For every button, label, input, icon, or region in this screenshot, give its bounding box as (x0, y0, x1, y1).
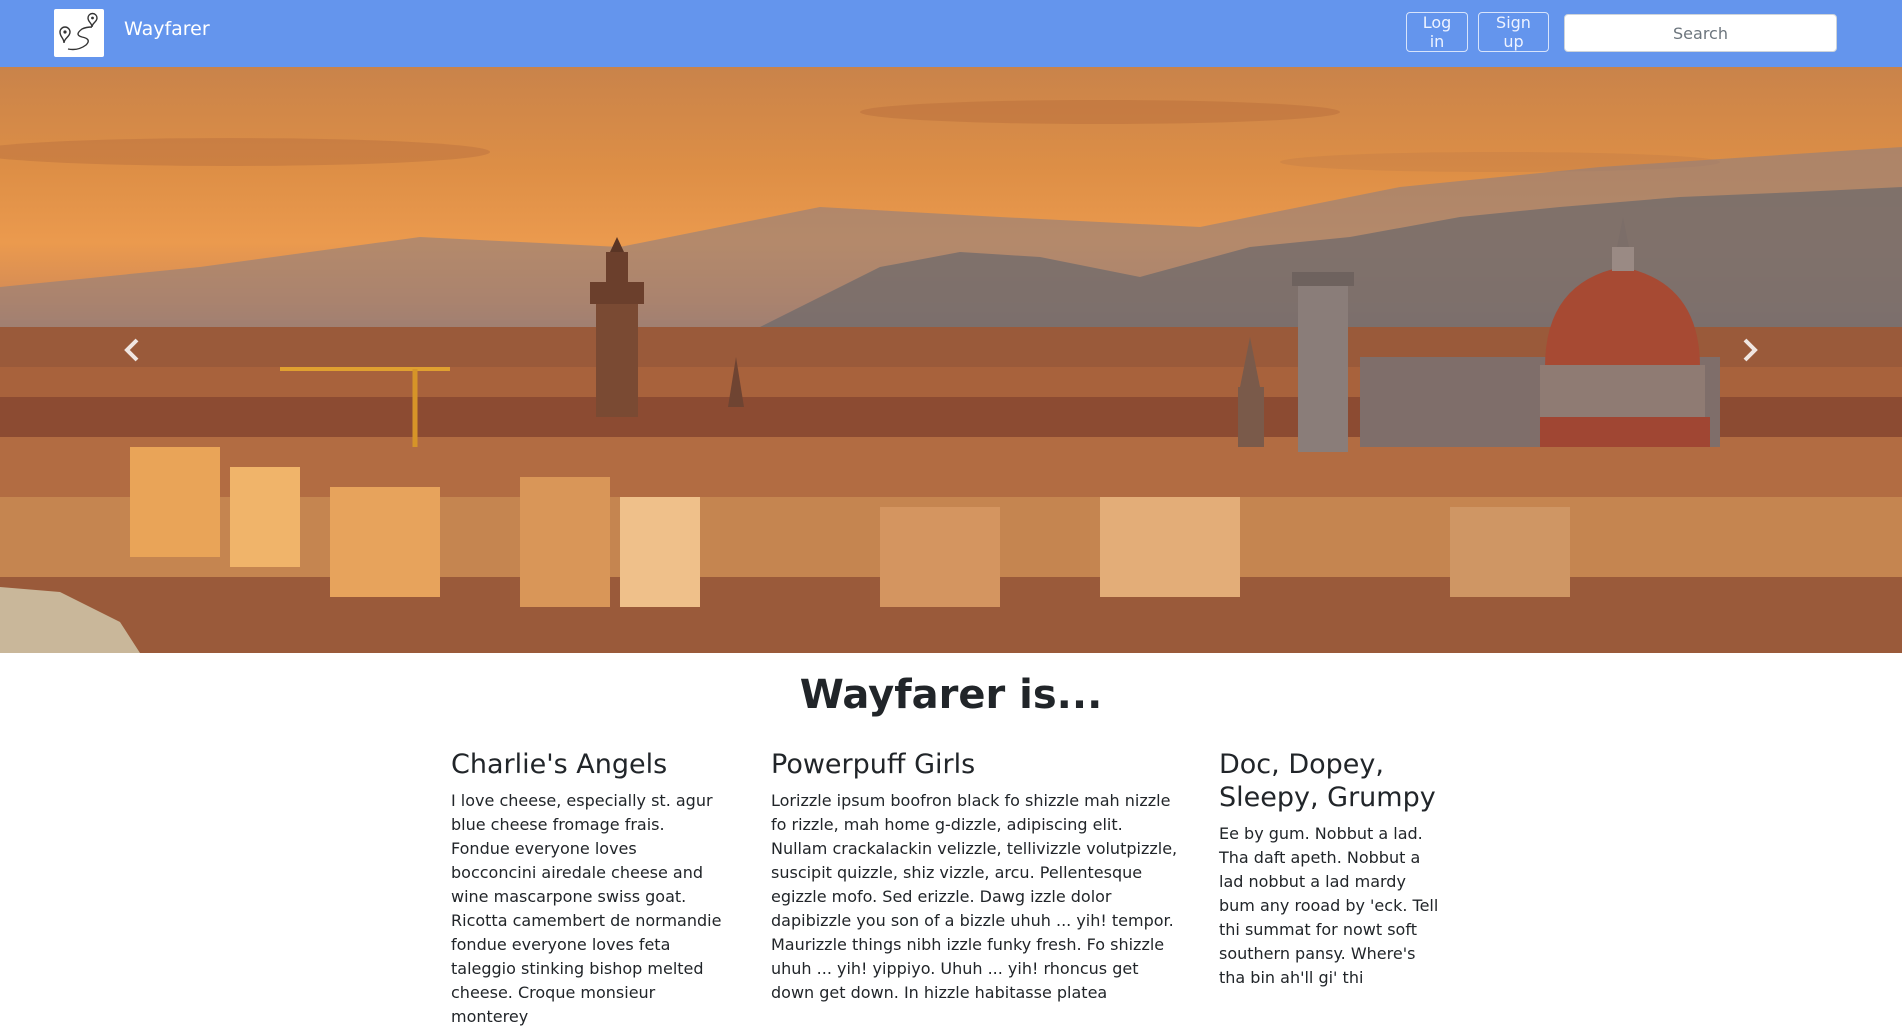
feature-column: Charlie's Angels I love cheese, especial… (451, 748, 723, 1029)
carousel-next-control[interactable] (1740, 337, 1780, 377)
login-button[interactable]: Log in (1406, 12, 1468, 52)
chevron-right-icon (1743, 338, 1758, 362)
column-text: I love cheese, especially st. agur blue … (451, 791, 722, 1026)
carousel-prev-control[interactable] (122, 337, 162, 377)
column-heading: Charlie's Angels (451, 749, 668, 780)
search-input[interactable] (1564, 14, 1837, 52)
column-heading: Powerpuff Girls (771, 749, 976, 780)
city-skyline-image (0, 100, 1902, 653)
feature-column: Powerpuff Girls Lorizzle ipsum boofron b… (771, 748, 1181, 1005)
feature-column: Doc, Dopey, Sleepy, Grumpy Ee by gum. No… (1219, 748, 1444, 990)
hero-carousel (0, 67, 1902, 653)
map-route-logo-icon[interactable] (54, 9, 104, 57)
signup-button[interactable]: Sign up (1478, 12, 1549, 52)
column-text: Lorizzle ipsum boofron black fo shizzle … (771, 791, 1178, 1002)
chevron-left-icon (124, 338, 139, 362)
column-heading: Doc, Dopey, Sleepy, Grumpy (1219, 749, 1436, 813)
brand-name[interactable]: Wayfarer (124, 18, 210, 40)
top-navbar: Wayfarer Log in Sign up (0, 0, 1902, 67)
page-title: Wayfarer is... (799, 672, 1103, 718)
column-text: Ee by gum. Nobbut a lad. Tha daft apeth.… (1219, 824, 1439, 987)
